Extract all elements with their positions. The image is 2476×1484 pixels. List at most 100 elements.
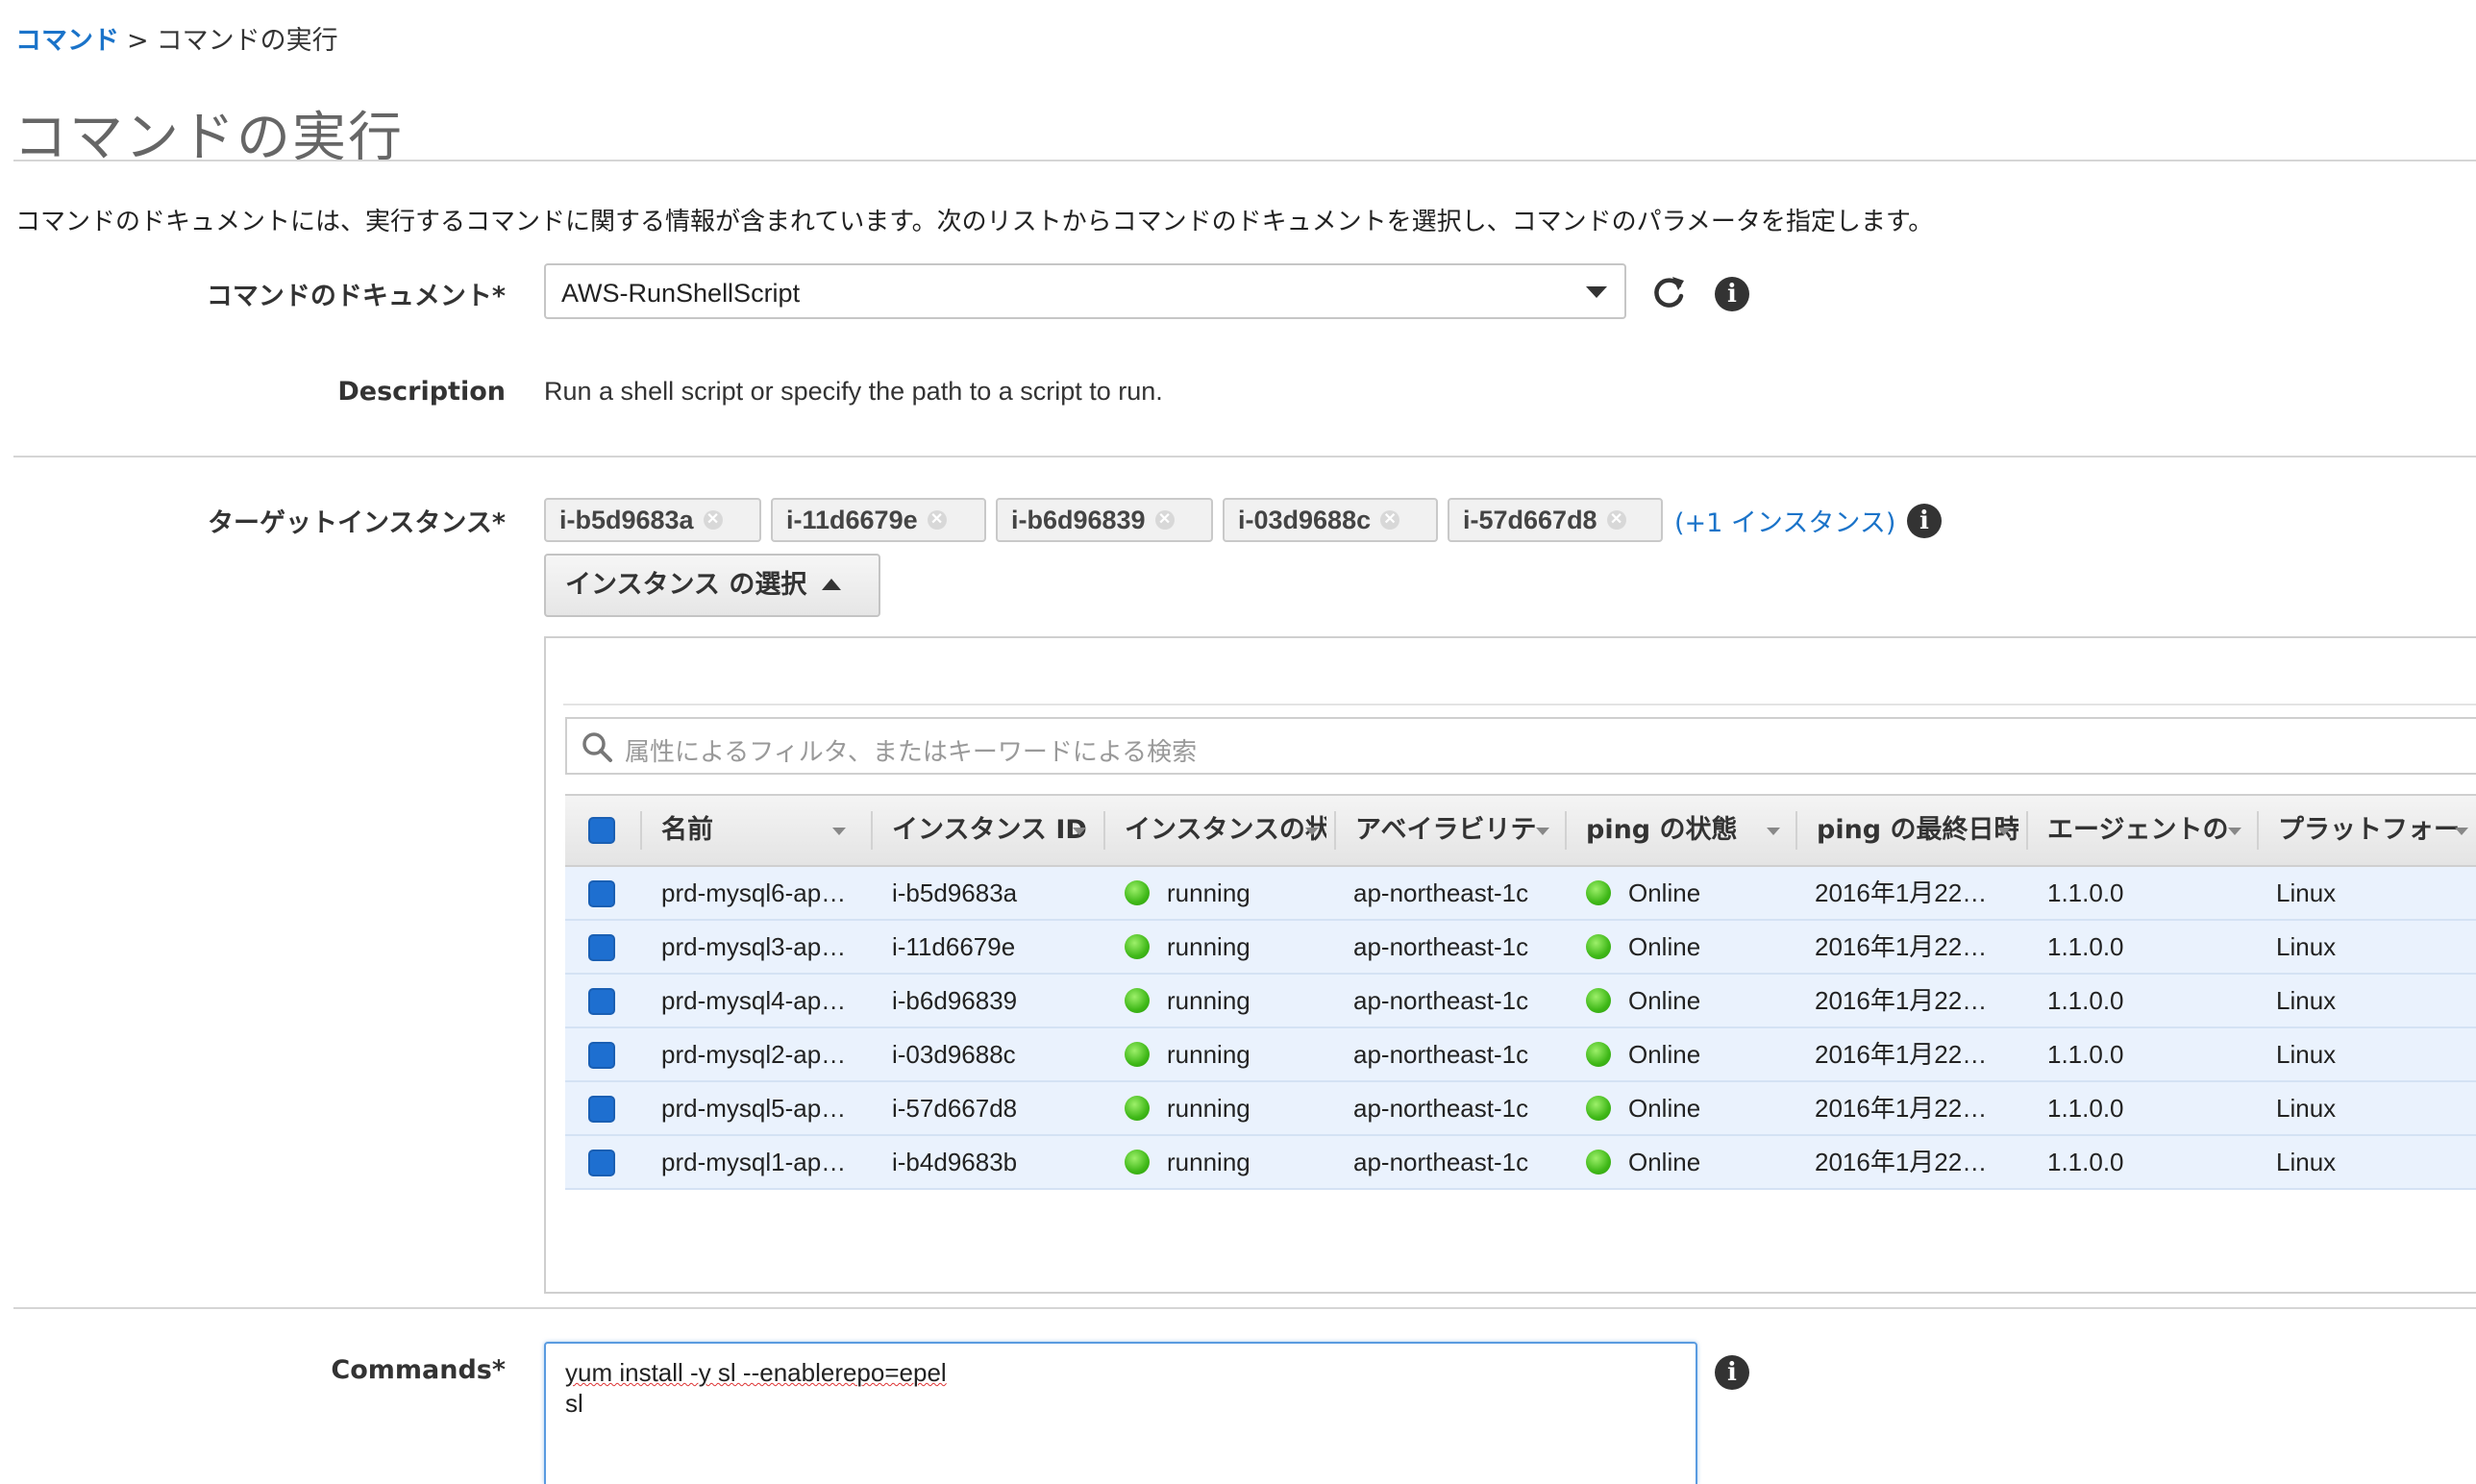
panel-toolbar-divider	[563, 704, 2476, 705]
close-icon[interactable]: ✕	[927, 509, 947, 530]
column-header-instance-state[interactable]: インスタンスの状	[1125, 796, 1326, 865]
target-chip[interactable]: i-11d6679e ✕	[771, 498, 986, 542]
cell-last-ping: 2016年1月22…	[1815, 878, 1988, 907]
breadcrumb: コマンド > コマンドの実行	[15, 19, 338, 57]
column-header-name[interactable]: 名前	[661, 796, 854, 865]
cell-agent-version: 1.1.0.0	[2047, 1040, 2124, 1069]
close-icon[interactable]: ✕	[1380, 509, 1400, 530]
description-text: Run a shell script or specify the path t…	[544, 377, 1163, 406]
close-icon[interactable]: ✕	[1606, 509, 1626, 530]
cell-state-text: running	[1167, 1148, 1250, 1176]
chevron-down-icon	[1586, 286, 1607, 298]
cell-availability-zone: ap-northeast-1c	[1353, 1040, 1529, 1069]
cell-instance-id: i-b6d96839	[892, 986, 1018, 1015]
status-dot-icon	[1125, 988, 1150, 1014]
close-icon[interactable]: ✕	[703, 509, 723, 530]
column-header-availability-zone[interactable]: アベイラビリテ	[1355, 796, 1557, 865]
target-chip[interactable]: i-03d9688c ✕	[1223, 498, 1438, 542]
target-chip[interactable]: i-b6d96839 ✕	[996, 498, 1213, 542]
commands-textarea[interactable]: yum install -y sl --enablerepo=epel sl	[544, 1342, 1697, 1484]
info-icon[interactable]: i	[1907, 504, 1942, 538]
select-instances-button[interactable]: インスタンス の選択	[544, 554, 880, 617]
column-header-instance-id[interactable]: インスタンス ID	[892, 796, 1094, 865]
info-icon[interactable]: i	[1715, 1355, 1749, 1390]
table-row[interactable]: prd-mysql5-ap… i-57d667d8 running ap-nor…	[565, 1082, 2476, 1136]
instance-search-input[interactable]: 属性によるフィルタ、またはキーワードによる検索	[565, 717, 2476, 775]
cell-ping-status: Online	[1586, 1082, 1700, 1134]
status-dot-icon	[1125, 1042, 1150, 1068]
cell-state-text: running	[1167, 986, 1250, 1015]
column-separator	[1334, 811, 1336, 850]
cell-instance-id: i-b4d9683b	[892, 1148, 1018, 1176]
chip-label: i-03d9688c	[1238, 506, 1372, 534]
row-checkbox[interactable]	[588, 988, 615, 1015]
sort-icon	[1997, 828, 2011, 835]
document-select[interactable]: AWS-RunShellScript	[544, 263, 1626, 319]
refresh-icon[interactable]	[1649, 273, 1688, 311]
cell-last-ping: 2016年1月22…	[1815, 1094, 1988, 1123]
cell-state: running	[1125, 1136, 1250, 1188]
cell-name: prd-mysql4-ap…	[661, 986, 847, 1015]
row-checkbox[interactable]	[588, 1096, 615, 1123]
cell-agent-version: 1.1.0.0	[2047, 932, 2124, 961]
section-divider-1	[13, 456, 2476, 458]
cell-last-ping: 2016年1月22…	[1815, 932, 1988, 961]
cell-platform: Linux	[2276, 932, 2337, 961]
select-all-checkbox[interactable]	[588, 817, 615, 844]
status-dot-icon	[1125, 934, 1150, 960]
cell-instance-id: i-57d667d8	[892, 1094, 1018, 1123]
cell-platform: Linux	[2276, 878, 2337, 907]
row-checkbox[interactable]	[588, 880, 615, 907]
breadcrumb-link-commands[interactable]: コマンド	[15, 26, 119, 56]
commands-label: Commands*	[331, 1355, 506, 1385]
cell-platform: Linux	[2276, 986, 2337, 1015]
cell-ping-status: Online	[1586, 1028, 1700, 1080]
target-chip[interactable]: i-57d667d8 ✕	[1448, 498, 1663, 542]
document-label: コマンドのドキュメント*	[206, 282, 506, 311]
column-header-label: アベイラビリテ	[1355, 815, 1537, 845]
row-checkbox[interactable]	[588, 1042, 615, 1069]
description-label: Description	[337, 377, 506, 407]
cell-ping-text: Online	[1628, 932, 1701, 961]
column-header-label: プラットフォー	[2278, 815, 2460, 845]
sort-icon	[2228, 828, 2241, 835]
sort-icon	[2455, 828, 2468, 835]
table-row[interactable]: prd-mysql2-ap… i-03d9688c running ap-nor…	[565, 1028, 2476, 1082]
cell-ping-text: Online	[1628, 1094, 1701, 1123]
row-checkbox[interactable]	[588, 934, 615, 961]
cell-agent-version: 1.1.0.0	[2047, 986, 2124, 1015]
column-header-label: エージェントの	[2047, 815, 2229, 845]
column-header-ping-status[interactable]: ping の状態	[1586, 796, 1788, 865]
cell-ping-status: Online	[1586, 867, 1700, 919]
cell-last-ping: 2016年1月22…	[1815, 986, 1988, 1015]
column-header-label: インスタンス ID	[892, 815, 1087, 845]
column-header-label: 名前	[661, 815, 713, 845]
table-header: 名前 インスタンス ID インスタンスの状 アベイラビリテ ping の状態 p…	[565, 794, 2476, 867]
table-row[interactable]: prd-mysql6-ap… i-b5d9683a running ap-nor…	[565, 867, 2476, 921]
status-dot-icon	[1125, 1096, 1150, 1122]
cell-ping-text: Online	[1628, 1148, 1701, 1176]
cell-name: prd-mysql2-ap…	[661, 1040, 847, 1069]
target-chip[interactable]: i-b5d9683a ✕	[544, 498, 761, 542]
column-header-last-ping[interactable]: ping の最終日時	[1817, 796, 2018, 865]
column-separator	[1565, 811, 1567, 850]
cell-state-text: running	[1167, 932, 1250, 961]
close-icon[interactable]: ✕	[1154, 509, 1175, 530]
cell-instance-id: i-03d9688c	[892, 1040, 1016, 1069]
more-instances-link[interactable]: (+1 インスタンス)	[1674, 502, 1895, 539]
table-row[interactable]: prd-mysql3-ap… i-11d6679e running ap-nor…	[565, 921, 2476, 975]
cell-last-ping: 2016年1月22…	[1815, 1148, 1988, 1176]
chevron-up-icon	[822, 578, 842, 590]
status-dot-icon	[1586, 1042, 1611, 1068]
cell-platform: Linux	[2276, 1094, 2337, 1123]
cell-instance-id: i-b5d9683a	[892, 878, 1018, 907]
column-header-agent-version[interactable]: エージェントの	[2047, 796, 2249, 865]
column-separator	[2257, 811, 2259, 850]
row-checkbox[interactable]	[588, 1150, 615, 1176]
table-row[interactable]: prd-mysql1-ap… i-b4d9683b running ap-nor…	[565, 1136, 2476, 1190]
column-separator	[2026, 811, 2028, 850]
info-icon[interactable]: i	[1715, 277, 1749, 311]
cell-availability-zone: ap-northeast-1c	[1353, 878, 1529, 907]
table-row[interactable]: prd-mysql4-ap… i-b6d96839 running ap-nor…	[565, 975, 2476, 1028]
column-header-platform[interactable]: プラットフォー	[2278, 796, 2476, 865]
